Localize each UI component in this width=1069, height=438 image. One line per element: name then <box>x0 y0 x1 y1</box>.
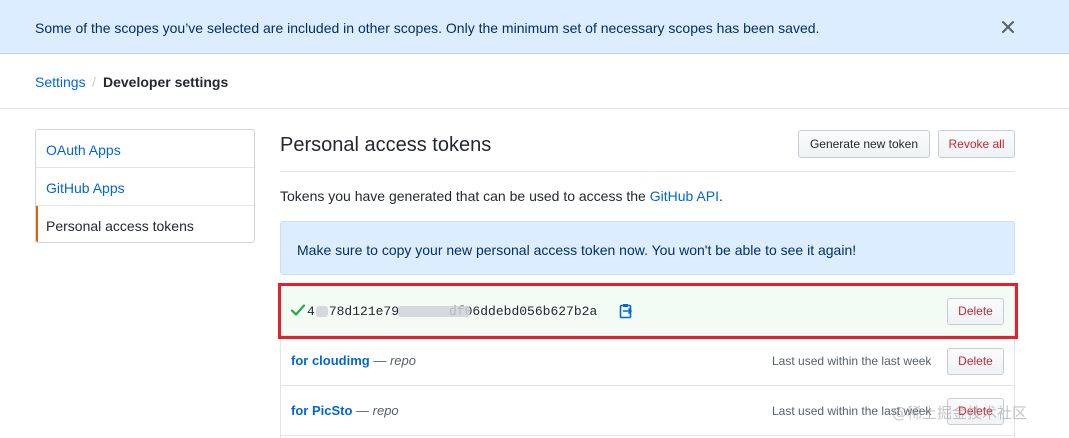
breadcrumb-separator: / <box>92 74 96 90</box>
token-last-used: Last used within the last week <box>772 354 932 368</box>
clipboard-icon[interactable] <box>619 303 633 319</box>
header-divider <box>280 171 1015 172</box>
redaction-blur <box>398 306 470 317</box>
token-value-middle: 78d121e79 <box>328 304 400 319</box>
generate-new-token-button[interactable]: Generate new token <box>798 130 930 158</box>
breadcrumb-current: Developer settings <box>103 74 229 90</box>
token-scope: — repo <box>352 403 399 418</box>
notice-text: Make sure to copy your new personal acce… <box>297 242 857 258</box>
breadcrumb: Settings / Developer settings <box>0 54 1069 109</box>
sidebar-item-oauth-apps[interactable]: OAuth Apps <box>36 130 254 168</box>
flash-banner: Some of the scopes you’ve selected are i… <box>0 0 1069 54</box>
delete-token-button[interactable]: Delete <box>947 348 1004 375</box>
breadcrumb-settings-link[interactable]: Settings <box>35 74 86 90</box>
flash-message: Some of the scopes you’ve selected are i… <box>35 20 820 36</box>
description-suffix: . <box>718 188 723 204</box>
page-title: Personal access tokens <box>280 134 492 156</box>
token-name-link[interactable]: for cloudimg — repo <box>291 353 416 368</box>
token-name[interactable]: for PicSto <box>291 403 352 418</box>
revoke-all-button[interactable]: Revoke all <box>938 130 1015 158</box>
tokens-description: Tokens you have generated that can be us… <box>280 188 723 204</box>
copy-token-notice: Make sure to copy your new personal acce… <box>280 221 1015 275</box>
watermark: @稀土掘金技术社区 <box>892 404 1028 422</box>
sidebar-menu: OAuth Apps GitHub Apps Personal access t… <box>35 129 255 243</box>
github-api-link[interactable]: GitHub API <box>650 188 719 204</box>
token-value-start: 4 <box>307 304 315 319</box>
token-scope: — repo <box>369 353 416 368</box>
token-row: for cloudimg — repo Last used within the… <box>281 336 1014 386</box>
token-name[interactable]: for cloudimg <box>291 353 370 368</box>
new-token-row: 4 78d121e79 df06ddebd056b627b2a Delete <box>281 286 1014 336</box>
check-icon <box>291 304 305 316</box>
description-text: Tokens you have generated that can be us… <box>280 188 650 204</box>
sidebar-item-github-apps[interactable]: GitHub Apps <box>36 168 254 206</box>
token-value-end: df06ddebd056b627b2a <box>449 304 598 319</box>
redaction-blur <box>316 306 328 317</box>
token-name-link[interactable]: for PicSto — repo <box>291 403 399 418</box>
sidebar-item-personal-access-tokens[interactable]: Personal access tokens <box>36 206 254 242</box>
close-icon[interactable] <box>1001 20 1015 34</box>
delete-new-token-button[interactable]: Delete <box>947 298 1004 325</box>
